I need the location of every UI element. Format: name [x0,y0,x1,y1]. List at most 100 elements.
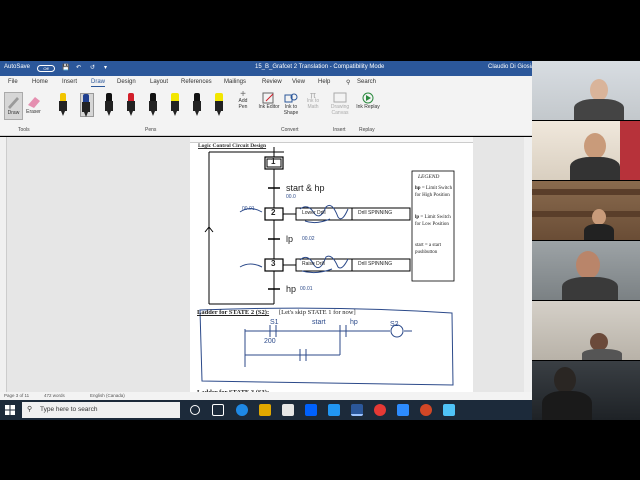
cortana-icon[interactable] [190,405,200,415]
tab-draw[interactable]: Draw [91,79,106,87]
action-lower-drill: Lower Drill [302,210,326,216]
video-tile-1[interactable] [532,61,640,120]
taskbar-search-icon: ⚲ [27,406,33,413]
pen-yellow[interactable] [58,93,68,117]
dropbox-icon[interactable] [305,404,317,416]
vertical-scrollbar[interactable] [524,137,532,400]
add-pen-label: Add Pen [238,98,248,110]
user-name[interactable]: Claudio Di Giosia [488,64,534,70]
ink-to-shape-label: Ink to Shape [283,104,299,116]
step-1-label: 1 [271,157,276,166]
action-raise-drill: Raise Drill [302,261,325,267]
tab-help[interactable]: Help [318,79,330,85]
task-view-icon[interactable] [212,404,224,416]
legend-key-start: start [415,243,424,248]
add-pen-button[interactable]: + Add Pen [234,90,252,122]
undo-icon[interactable]: ↶ [76,64,81,71]
windows-taskbar: ⚲ Type here to search [0,400,532,420]
bookshelf [532,211,640,217]
word-count[interactable]: 472 words [44,393,65,398]
ribbon-tabs: File Home Insert Draw Design Layout Refe… [0,76,532,89]
tab-home[interactable]: Home [32,79,48,85]
pen-black-2[interactable] [148,93,158,117]
photos-icon[interactable] [443,404,455,416]
tab-design[interactable]: Design [117,79,136,85]
ink-note-4: 00.01 [300,286,313,292]
eraser-label: Eraser [26,109,41,115]
video-tile-4[interactable] [532,241,640,300]
word-icon[interactable] [351,404,363,416]
autosave-toggle[interactable]: Off [37,65,55,72]
ink-editor-label: Ink Editor [258,104,280,110]
edge-icon[interactable] [236,404,248,416]
document-page[interactable]: Logic Control Circuit Design 1 2 3 start… [190,137,473,400]
store-icon[interactable] [282,404,294,416]
autosave-label: AutoSave [4,64,31,70]
pen-blue[interactable] [80,93,94,117]
vscode-icon[interactable] [328,404,340,416]
eraser-button[interactable]: Eraser [24,92,43,120]
video-tile-5[interactable] [532,301,640,360]
transition-1-label: start & hp [286,183,325,193]
redo-icon[interactable]: ↺ [90,64,95,71]
action-drill-spinning-2: Drill SPINNING [358,210,393,216]
ink-note-1: 00.0 [286,194,296,200]
zoom-icon[interactable] [397,404,409,416]
canvas-icon [333,92,347,103]
bookshelf [532,189,640,195]
participant-head [584,133,606,159]
windows-start-icon[interactable] [5,405,15,415]
tab-mailings[interactable]: Mailings [224,79,246,85]
participant-body [562,277,618,300]
ink-replay-button[interactable]: Ink Replay [356,92,380,124]
video-tile-3[interactable] [532,181,640,240]
tab-insert[interactable]: Insert [62,79,77,85]
customize-toolbar-icon[interactable]: ▾ [104,64,107,71]
draw-tool-label: Draw [7,110,20,116]
ladder-ink-hp: hp [350,319,358,326]
pen-black-3[interactable] [192,93,202,117]
tab-references[interactable]: References [181,79,212,85]
save-icon[interactable]: 💾 [62,64,69,71]
document-title: 15_B_Grafcet 2 Translation - Compatibili… [255,64,385,70]
ladder-ink-s1: S1 [270,319,279,326]
ink-replay-label: Ink Replay [356,104,380,110]
tab-review[interactable]: Review [262,79,282,85]
ink-to-math-label: Ink to Math [306,98,320,110]
chrome-icon[interactable] [374,404,386,416]
participant-head [576,251,600,279]
vertical-ruler [0,137,7,400]
video-tile-2[interactable] [532,121,640,180]
tab-view[interactable]: View [292,79,305,85]
taskbar-search-box[interactable]: ⚲ Type here to search [22,402,180,418]
ink-to-math-button: π Ink to Math [302,91,324,124]
highlighter-yellow[interactable] [170,93,180,117]
page-count[interactable]: Page 3 of 11 [4,393,29,398]
search-box[interactable]: Search [357,79,376,85]
pen-red[interactable] [126,93,136,117]
participant-head [590,79,608,101]
tab-file[interactable]: File [8,79,18,85]
ink-to-shape-button[interactable]: Ink to Shape [280,92,302,124]
ink-editor-button[interactable]: Ink Editor [258,92,280,124]
highlighter-yellow-2[interactable] [214,93,224,117]
legend-desc-lp: = Limit Switch for Low Position [415,215,451,227]
eraser-icon [28,97,40,108]
tab-layout[interactable]: Layout [150,79,168,85]
file-explorer-icon[interactable] [259,404,271,416]
draw-tool-button[interactable]: Draw [4,92,23,120]
language-indicator[interactable]: English (Canada) [90,393,125,398]
title-bar: AutoSave Off 💾 ↶ ↺ ▾ 15_B_Grafcet 2 Tran… [0,61,534,76]
participant-body [584,224,614,240]
powerpoint-icon[interactable] [420,404,432,416]
step-2-label: 2 [271,208,276,217]
ladder-ink-s2: S2 [390,321,399,328]
search-icon[interactable]: ⚲ [346,79,350,86]
pen-black[interactable] [104,93,114,117]
draw-ribbon: Draw Eraser Tools Pens + Add Pen Ink Edi… [0,89,532,136]
video-tile-6[interactable] [532,361,640,420]
ladder-title: Ladder for STATE 2 (S2): [197,309,270,316]
legend-item-lp: lp = Limit Switch for Low Position [415,215,453,228]
legend-desc-hp: = Limit Switch for High Position [415,186,453,198]
participant-body [570,157,620,180]
